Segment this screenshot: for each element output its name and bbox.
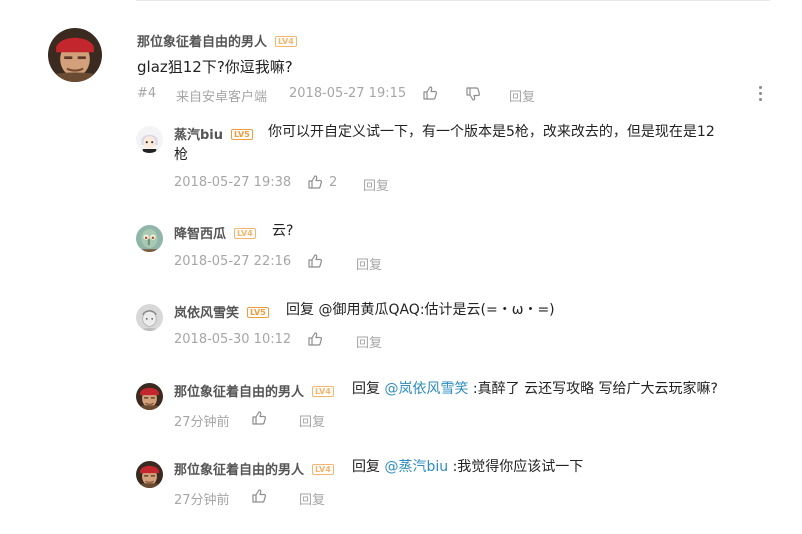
like-icon[interactable]: [251, 410, 267, 426]
comment-time: 27分钟前: [174, 493, 230, 508]
level-badge: LV5: [247, 307, 269, 318]
floor-number: #4: [137, 86, 157, 101]
reply-username[interactable]: 蒸汽biu LV5: [174, 124, 253, 143]
level-badge: LV4: [234, 228, 256, 239]
avatar[interactable]: [136, 225, 163, 252]
reply-username[interactable]: 降智西瓜 LV4: [174, 223, 256, 242]
reply-text: 回复 @蒸汽biu :我觉得你应该试一下: [352, 456, 583, 478]
reply-text: 回复 @御用黄瓜QAQ:估计是云(=・ω・=): [286, 302, 555, 318]
avatar[interactable]: [48, 28, 102, 82]
comment-time: 2018-05-27 22:16: [174, 254, 292, 269]
username-text[interactable]: 蒸汽biu: [174, 128, 223, 143]
like-icon[interactable]: [307, 253, 323, 269]
client-source: 来自安卓客户端: [176, 90, 268, 105]
comment-time: 27分钟前: [174, 415, 230, 430]
reply-text: 回复 @岚依风雪笑 :真醉了 云还写攻略 写给广大云玩家嘛?: [352, 378, 718, 400]
like-count: 2: [329, 175, 338, 190]
reply-username[interactable]: 那位象征着自由的男人 LV4: [174, 381, 334, 400]
top-divider: [136, 0, 770, 1]
level-badge: LV4: [275, 36, 297, 47]
reply-prefix: 回复: [352, 459, 380, 475]
level-badge: LV5: [231, 129, 253, 140]
reply-button[interactable]: 回复: [299, 489, 325, 508]
avatar[interactable]: [136, 304, 163, 331]
reply-button[interactable]: 回复: [509, 86, 535, 105]
reply-username[interactable]: 岚依风雪笑 LV5: [174, 302, 269, 321]
reply-button[interactable]: 回复: [356, 332, 382, 351]
reply-text: 你可以开自定义试一下，有一个版本是5枪，改来改去的，但是现在是12: [268, 124, 715, 140]
username-text[interactable]: 那位象征着自由的男人: [174, 463, 304, 478]
more-options-icon[interactable]: [757, 86, 763, 104]
avatar[interactable]: [136, 383, 163, 410]
comment-time: 2018-05-27 19:15: [289, 86, 407, 101]
username-text[interactable]: 岚依风雪笑: [174, 306, 239, 321]
like-icon[interactable]: [251, 488, 267, 504]
comment-time: 2018-05-30 10:12: [174, 332, 292, 347]
level-badge: LV4: [312, 386, 334, 397]
level-badge: LV4: [312, 464, 334, 475]
reply-prefix: 回复: [352, 381, 380, 397]
avatar[interactable]: [136, 126, 163, 153]
reply-body: :我觉得你应该试一下: [452, 459, 584, 475]
reply-button[interactable]: 回复: [363, 175, 389, 194]
reply-button[interactable]: 回复: [299, 411, 325, 430]
reply-body: :真醉了 云还写攻略 写给广大云玩家嘛?: [472, 381, 718, 397]
reply-username[interactable]: 那位象征着自由的男人 LV4: [174, 459, 334, 478]
avatar[interactable]: [136, 461, 163, 488]
reply-button[interactable]: 回复: [356, 254, 382, 273]
username-text[interactable]: 那位象征着自由的男人: [137, 35, 267, 50]
reply-text: 云?: [272, 223, 294, 239]
like-icon[interactable]: [422, 85, 438, 101]
username-text[interactable]: 降智西瓜: [174, 227, 226, 242]
main-comment-text: glaz狙12下?你逗我嘛?: [137, 58, 293, 76]
main-comment-username[interactable]: 那位象征着自由的男人 LV4: [137, 31, 297, 50]
reply-text-continued: 枪: [174, 147, 188, 163]
comment-time: 2018-05-27 19:38: [174, 175, 292, 190]
like-icon[interactable]: [307, 174, 323, 190]
username-text[interactable]: 那位象征着自由的男人: [174, 385, 304, 400]
like-icon[interactable]: [307, 331, 323, 347]
mention-link[interactable]: @蒸汽biu: [384, 459, 448, 475]
mention-link[interactable]: @岚依风雪笑: [384, 381, 468, 397]
dislike-icon[interactable]: [465, 86, 481, 102]
